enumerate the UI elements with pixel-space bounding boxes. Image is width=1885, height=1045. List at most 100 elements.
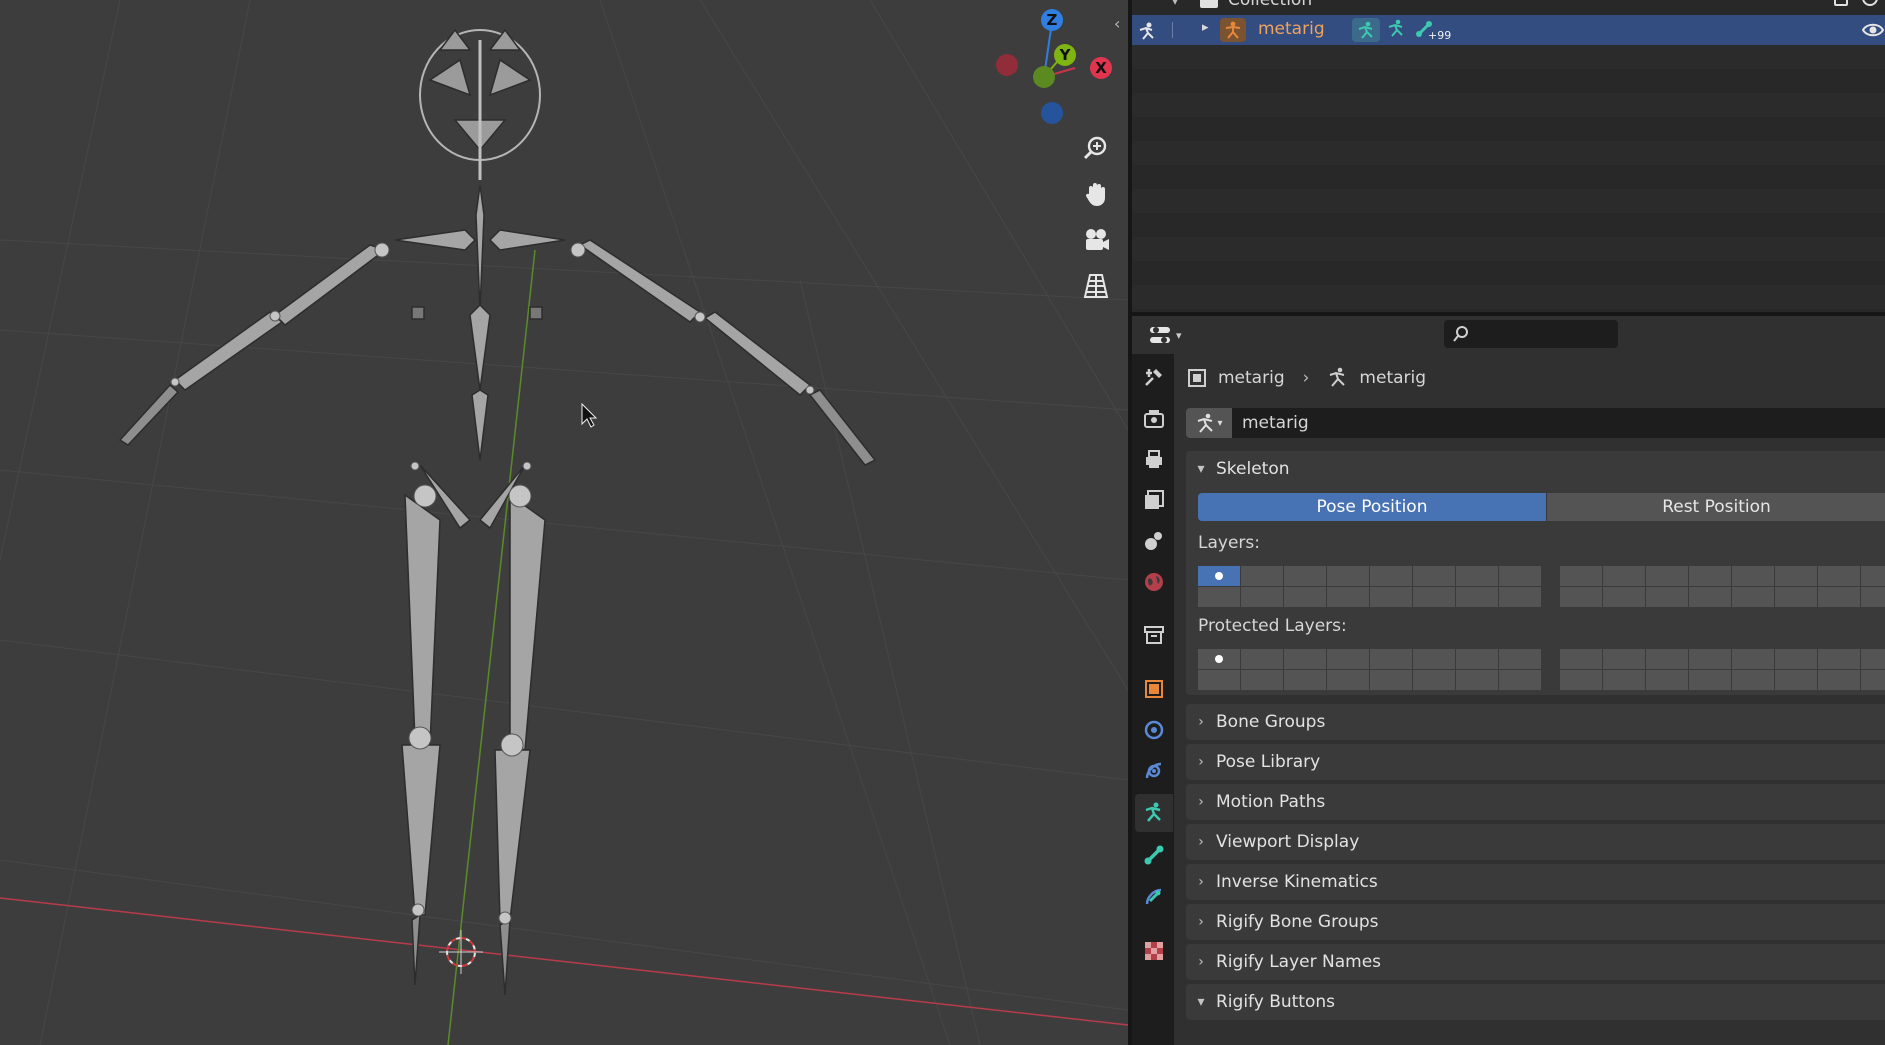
layer-toggle[interactable] xyxy=(1818,587,1860,607)
motion-paths-panel-header[interactable]: › Motion Paths xyxy=(1186,784,1885,820)
protected-layer-toggle[interactable] xyxy=(1689,670,1731,690)
protected-layer-toggle[interactable] xyxy=(1560,670,1602,690)
protected-layer-toggle[interactable] xyxy=(1413,649,1455,669)
armature-mode-icon[interactable] xyxy=(1136,21,1158,46)
layer-toggle[interactable] xyxy=(1413,566,1455,586)
layer-toggle[interactable] xyxy=(1689,587,1731,607)
protected-layer-toggle[interactable] xyxy=(1775,670,1817,690)
protected-layer-toggle[interactable] xyxy=(1198,670,1240,690)
layer-toggle[interactable] xyxy=(1241,587,1283,607)
pose-library-panel-header[interactable]: › Pose Library xyxy=(1186,744,1885,780)
pose-icon[interactable] xyxy=(1386,19,1406,44)
protected-layer-toggle[interactable] xyxy=(1456,670,1498,690)
protected-layer-toggle[interactable] xyxy=(1732,670,1774,690)
output-tab[interactable] xyxy=(1135,440,1173,478)
navigation-gizmo[interactable]: Z Y X xyxy=(985,0,1120,135)
expand-object-icon[interactable]: ▸ xyxy=(1202,20,1209,35)
3d-viewport[interactable]: Z Y X ‹ xyxy=(0,0,1128,1045)
layer-toggle[interactable] xyxy=(1818,566,1860,586)
layer-toggle[interactable] xyxy=(1603,587,1645,607)
protected-layer-toggle[interactable] xyxy=(1241,649,1283,669)
expand-collection-icon[interactable]: ▾ xyxy=(1172,0,1178,8)
constraints-tab[interactable] xyxy=(1135,752,1173,790)
protected-layer-toggle[interactable] xyxy=(1689,649,1731,669)
world-tab[interactable] xyxy=(1135,563,1173,601)
camera-icon[interactable] xyxy=(1077,221,1115,259)
layer-toggle[interactable] xyxy=(1456,566,1498,586)
grid-icon[interactable] xyxy=(1077,267,1115,305)
protected-layer-toggle[interactable] xyxy=(1603,649,1645,669)
layer-toggle[interactable] xyxy=(1775,566,1817,586)
datablock-selector[interactable]: ▾ metarig xyxy=(1186,408,1885,438)
protected-layer-toggle[interactable] xyxy=(1284,670,1326,690)
rigify-bone-groups-panel-header[interactable]: › Rigify Bone Groups xyxy=(1186,904,1885,940)
protected-layer-toggle[interactable] xyxy=(1327,670,1369,690)
layer-toggle[interactable] xyxy=(1732,587,1774,607)
layer-toggle[interactable] xyxy=(1499,566,1541,586)
object-data-icon[interactable] xyxy=(1352,18,1380,42)
protected-layer-toggle[interactable] xyxy=(1241,670,1283,690)
layer-toggle[interactable] xyxy=(1327,587,1369,607)
layer-toggle[interactable] xyxy=(1732,566,1774,586)
rigify-buttons-panel-header[interactable]: ▾ Rigify Buttons xyxy=(1186,984,1885,1020)
layer-toggle[interactable] xyxy=(1284,566,1326,586)
outliner[interactable]: ▾ Collection ▸ metarig +99 xyxy=(1132,0,1885,312)
scene-tab[interactable] xyxy=(1135,522,1173,560)
outliner-row-collection[interactable]: ▾ Collection xyxy=(1132,0,1885,14)
protected-layer-toggle[interactable] xyxy=(1560,649,1602,669)
datablock-name-field[interactable]: metarig xyxy=(1232,408,1885,438)
object-tab[interactable] xyxy=(1135,670,1173,708)
protected-layer-toggle[interactable] xyxy=(1499,649,1541,669)
protected-layer-toggle[interactable] xyxy=(1370,649,1412,669)
texture-tab[interactable] xyxy=(1135,932,1173,970)
layer-toggle[interactable] xyxy=(1413,587,1455,607)
render-tab[interactable] xyxy=(1135,400,1173,438)
view-layer-tab[interactable] xyxy=(1135,481,1173,519)
protected-layer-toggle[interactable] xyxy=(1646,649,1688,669)
skeleton-panel-header[interactable]: ▾ Skeleton xyxy=(1186,451,1289,487)
bone-groups-panel-header[interactable]: › Bone Groups xyxy=(1186,704,1885,740)
editor-type-dropdown[interactable]: ▾ xyxy=(1148,321,1194,349)
layer-toggle[interactable] xyxy=(1603,566,1645,586)
protected-layer-toggle[interactable] xyxy=(1818,649,1860,669)
layer-toggle[interactable] xyxy=(1198,566,1240,586)
protected-layer-toggle[interactable] xyxy=(1499,670,1541,690)
layer-toggle[interactable] xyxy=(1370,566,1412,586)
protected-layer-toggle[interactable] xyxy=(1775,649,1817,669)
layer-toggle[interactable] xyxy=(1327,566,1369,586)
protected-layer-toggle[interactable] xyxy=(1646,670,1688,690)
tool-tab[interactable] xyxy=(1135,358,1173,396)
rest-position-button[interactable]: Rest Position xyxy=(1547,493,1885,521)
protected-layer-toggle[interactable] xyxy=(1370,670,1412,690)
bone-constraint-tab[interactable] xyxy=(1135,878,1173,916)
object-data-tab[interactable] xyxy=(1135,794,1173,832)
layer-toggle[interactable] xyxy=(1689,566,1731,586)
layer-toggle[interactable] xyxy=(1241,566,1283,586)
protected-layer-toggle[interactable] xyxy=(1413,670,1455,690)
properties-editor[interactable]: ▾ metarig › metarig ▾ metarig ▾ Skeleton… xyxy=(1132,316,1885,1045)
protected-layer-toggle[interactable] xyxy=(1818,670,1860,690)
hand-icon[interactable] xyxy=(1077,175,1115,213)
restrict-view-icon[interactable] xyxy=(1862,0,1878,6)
viewport-display-panel-header[interactable]: › Viewport Display xyxy=(1186,824,1885,860)
layer-toggle[interactable] xyxy=(1198,587,1240,607)
layer-toggle[interactable] xyxy=(1861,587,1885,607)
viewport-scene[interactable] xyxy=(0,0,1128,1045)
physics-tab[interactable] xyxy=(1135,711,1173,749)
pose-position-button[interactable]: Pose Position xyxy=(1198,493,1546,521)
bone-tab[interactable] xyxy=(1135,836,1173,874)
layer-toggle[interactable] xyxy=(1646,566,1688,586)
collection-tab[interactable] xyxy=(1135,616,1173,654)
layer-toggle[interactable] xyxy=(1560,587,1602,607)
protected-layer-toggle[interactable] xyxy=(1198,649,1240,669)
layer-toggle[interactable] xyxy=(1861,566,1885,586)
protected-layer-toggle[interactable] xyxy=(1732,649,1774,669)
layer-toggle[interactable] xyxy=(1775,587,1817,607)
inverse-kinematics-panel-header[interactable]: › Inverse Kinematics xyxy=(1186,864,1885,900)
rigify-layer-names-panel-header[interactable]: › Rigify Layer Names xyxy=(1186,944,1885,980)
outliner-row-metarig[interactable]: ▸ metarig +99 xyxy=(1132,15,1885,45)
properties-search-input[interactable] xyxy=(1444,320,1618,348)
collapse-sidebar-arrow[interactable]: ‹ xyxy=(1114,14,1120,33)
layer-toggle[interactable] xyxy=(1646,587,1688,607)
restrict-view-icon[interactable] xyxy=(1861,21,1885,44)
